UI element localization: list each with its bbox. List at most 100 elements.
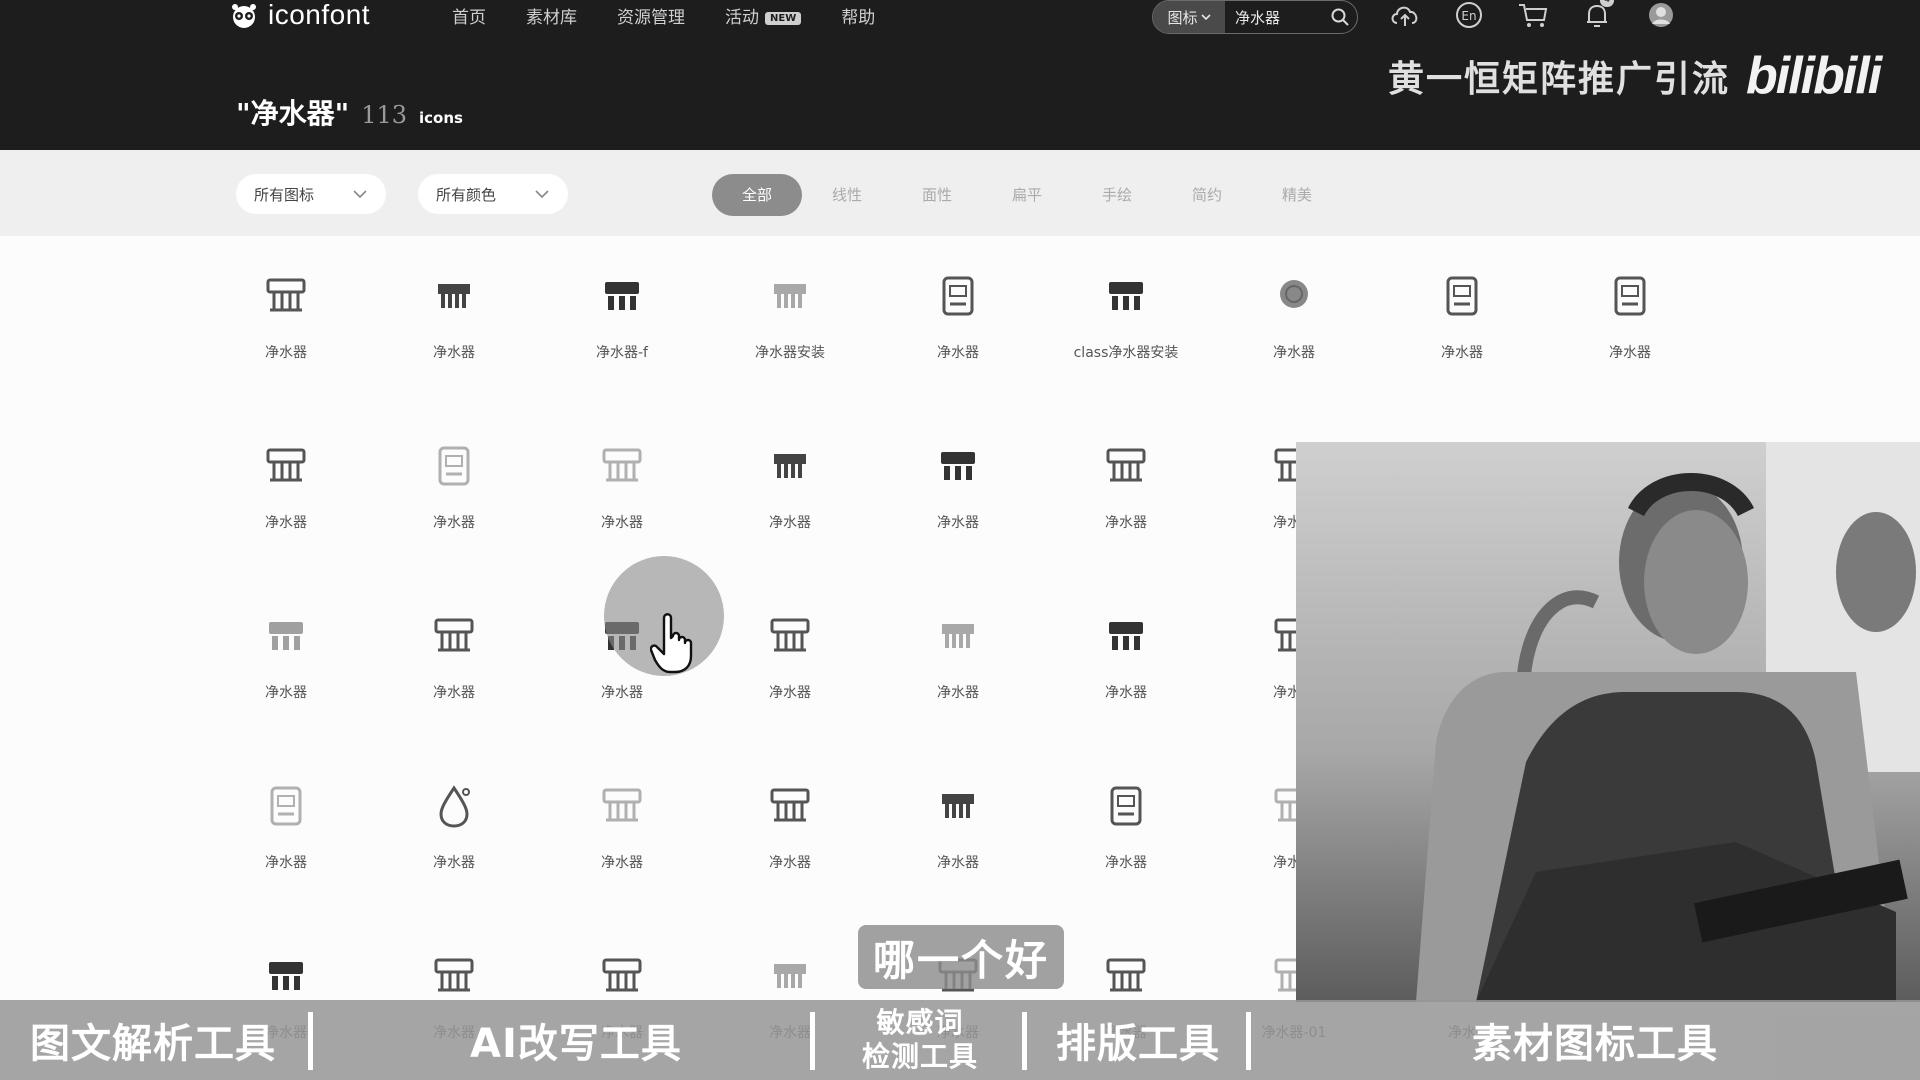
- icon-card[interactable]: 净水器安装: [706, 270, 874, 400]
- icon-card-label: 净水器: [265, 855, 307, 871]
- style-tabs: 全部 线性 面性 扁平 手绘 简约 精美: [712, 174, 1342, 216]
- icon-card[interactable]: 净水器: [874, 270, 1042, 400]
- icon-card-label: 净水器: [265, 685, 307, 701]
- icon-card-label: 净水器: [937, 515, 979, 531]
- search-input[interactable]: [1225, 7, 1323, 27]
- result-unit: icons: [419, 109, 463, 127]
- bell-icon[interactable]: 4: [1580, 0, 1614, 30]
- water-purifier-icon: [1280, 280, 1308, 308]
- icon-card[interactable]: 净水器: [1378, 270, 1546, 400]
- tab-filled[interactable]: 面性: [892, 174, 982, 216]
- icon-card[interactable]: 净水器-f: [538, 270, 706, 400]
- water-purifier-icon: [270, 786, 302, 826]
- icon-card-label: 净水器-f: [596, 345, 648, 361]
- water-purifier-icon: [774, 964, 806, 988]
- icon-card[interactable]: 净水器: [370, 780, 538, 910]
- icon-card[interactable]: 净水器: [370, 610, 538, 740]
- tab-linear[interactable]: 线性: [802, 174, 892, 216]
- nav-activity-label: 活动: [725, 7, 759, 28]
- search-query-title: "净水器": [236, 97, 350, 130]
- water-purifier-icon: [942, 794, 974, 818]
- icon-card-label: 净水器: [937, 345, 979, 361]
- icon-card[interactable]: 净水器: [538, 440, 706, 570]
- icon-card[interactable]: class净水器安装: [1042, 270, 1210, 400]
- icon-color-dropdown[interactable]: 所有颜色: [418, 174, 568, 214]
- water-purifier-icon: [941, 452, 975, 480]
- icon-type-value: 所有图标: [254, 185, 315, 204]
- icon-card[interactable]: 净水器: [706, 780, 874, 910]
- icon-card-label: 净水器: [1441, 345, 1483, 361]
- icon-color-value: 所有颜色: [436, 185, 497, 204]
- water-purifier-icon: [942, 624, 974, 648]
- icon-card-label: class净水器安装: [1073, 345, 1179, 361]
- icon-card[interactable]: 净水器: [1042, 440, 1210, 570]
- new-badge: NEW: [765, 11, 802, 25]
- search-type-label: 图标: [1167, 8, 1198, 27]
- tab-exquisite[interactable]: 精美: [1252, 174, 1342, 216]
- upload-cloud-icon[interactable]: [1388, 0, 1422, 30]
- icon-card[interactable]: 净水器: [202, 780, 370, 910]
- video-watermark: 黄一恒矩阵推广引流 bilibili: [1388, 46, 1882, 106]
- icon-card[interactable]: 净水器: [1042, 780, 1210, 910]
- promo-item-image-text: 图文解析工具: [30, 1021, 276, 1067]
- nav-activity[interactable]: 活动 NEW: [725, 3, 802, 28]
- tab-all[interactable]: 全部: [712, 174, 802, 216]
- icon-card-label: 净水器: [433, 855, 475, 871]
- icon-card[interactable]: 净水器: [1210, 270, 1378, 400]
- icon-card-label: 净水器: [601, 515, 643, 531]
- icon-card-label: 净水器: [601, 855, 643, 871]
- watermark-text: 黄一恒矩阵推广引流: [1388, 59, 1731, 100]
- bilibili-logo: bilibili: [1746, 47, 1882, 105]
- hand-cursor-icon: [650, 613, 693, 674]
- icon-card[interactable]: 净水器: [202, 610, 370, 740]
- user-avatar-icon[interactable]: [1644, 0, 1678, 30]
- water-purifier-icon: [602, 448, 642, 482]
- nav-resources[interactable]: 资源管理: [617, 3, 685, 28]
- search-icon[interactable]: [1323, 7, 1357, 27]
- icon-card[interactable]: 净水器: [706, 440, 874, 570]
- water-purifier-icon: [439, 785, 470, 828]
- icon-card[interactable]: 净水器: [706, 610, 874, 740]
- water-purifier-icon: [269, 962, 303, 990]
- promo-item-layout: 排版工具: [1056, 1021, 1220, 1067]
- water-purifier-icon: [1110, 786, 1142, 826]
- icon-card[interactable]: 净水器: [370, 440, 538, 570]
- water-purifier-icon: [266, 278, 306, 312]
- nav-library[interactable]: 素材库: [526, 3, 577, 28]
- icon-card[interactable]: 净水器: [538, 780, 706, 910]
- svg-text:En: En: [1461, 9, 1476, 23]
- icon-card[interactable]: 净水器: [1042, 610, 1210, 740]
- icon-card-label: 净水器: [601, 685, 643, 701]
- tab-handdrawn[interactable]: 手绘: [1072, 174, 1162, 216]
- cart-icon[interactable]: [1516, 0, 1550, 30]
- search-type-select[interactable]: 图标: [1153, 1, 1225, 33]
- icon-card-label: 净水器安装: [755, 345, 825, 361]
- icon-card[interactable]: 净水器: [874, 610, 1042, 740]
- nav-help[interactable]: 帮助: [841, 3, 875, 28]
- icon-card[interactable]: 净水器: [370, 270, 538, 400]
- tab-simple[interactable]: 简约: [1162, 174, 1252, 216]
- search-result-heading: "净水器" 113 icons: [236, 92, 463, 132]
- water-purifier-icon: [942, 276, 974, 316]
- language-en-icon[interactable]: En: [1452, 0, 1486, 30]
- water-purifier-icon: [602, 958, 642, 992]
- chevron-down-icon: [353, 190, 367, 199]
- tab-flat[interactable]: 扁平: [982, 174, 1072, 216]
- promo-item-sensitive-words: 敏感词 检测工具: [862, 1000, 978, 1080]
- top-header: iconfont 首页 素材库 资源管理 活动 NEW 帮助 图标 En 4: [0, 0, 1920, 150]
- filter-bar: 所有图标 所有颜色 全部 线性 面性 扁平 手绘 简约 精美: [0, 150, 1920, 236]
- video-subtitle: 哪一个好: [858, 925, 1064, 989]
- icon-card[interactable]: 净水器: [202, 270, 370, 400]
- icon-card[interactable]: 净水器: [874, 780, 1042, 910]
- water-purifier-icon: [1109, 622, 1143, 650]
- icon-card-label: 净水器: [1105, 855, 1147, 871]
- iconfont-logo[interactable]: iconfont: [226, 0, 370, 30]
- icon-card[interactable]: 净水器: [874, 440, 1042, 570]
- icon-card-label: 净水器: [769, 685, 811, 701]
- nav-home[interactable]: 首页: [452, 3, 486, 28]
- icon-card-label: 净水器: [1273, 345, 1315, 361]
- icon-card[interactable]: 净水器: [202, 440, 370, 570]
- promo-bottom-bar: 图文解析工具 AI改写工具 敏感词 检测工具 排版工具 素材图标工具: [0, 1000, 1920, 1080]
- icon-type-dropdown[interactable]: 所有图标: [236, 174, 386, 214]
- icon-card[interactable]: 净水器: [1546, 270, 1714, 400]
